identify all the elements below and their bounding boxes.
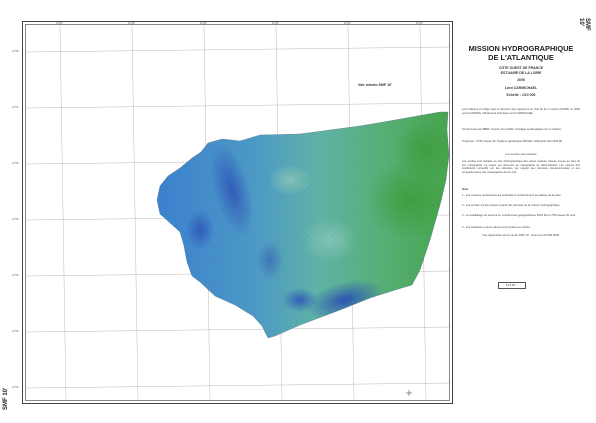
legend-notes-title: Nota	[462, 188, 468, 191]
latitude-label: 47°08'	[12, 50, 19, 53]
longitude-label: 01°42'	[344, 22, 351, 25]
latitude-label: 47°06'	[12, 162, 19, 165]
parallel-line	[25, 46, 452, 53]
corner-marks	[406, 390, 412, 396]
survey-year: 2006	[517, 78, 525, 82]
longitude-label: 01°40'	[416, 22, 423, 25]
survey-stamp: 12.5.06 ...	[498, 282, 526, 289]
legend-note-2: 2 - Les sondes ont été portées à partir …	[462, 204, 561, 207]
meridian-line	[59, 24, 67, 401]
legend-note-4: 4 - Les isobathes et leurs valeurs sont …	[462, 226, 531, 229]
meridian-line	[131, 24, 139, 401]
legend-note-3: 3 - Le quadrillage est exprimé en coordo…	[462, 214, 576, 217]
legend-note-1: 1 - Les couleurs représentent les profon…	[462, 194, 562, 197]
series-code-bottom-left: SMF 10'	[3, 387, 9, 410]
region-line-2: ESTUAIRE DE LA LOIRE	[500, 70, 542, 75]
longitude-label: 01°44'	[272, 22, 279, 25]
parallel-line	[25, 382, 452, 389]
legend-intro: Levé effectué et rédigé sous la directio…	[462, 108, 580, 115]
longitude-label: 01°46'	[200, 22, 207, 25]
latitude-label: 47°04'	[12, 274, 19, 277]
bathymetry-map	[25, 24, 452, 401]
title-atlantique: DE L'ATLANTIQUE	[488, 53, 554, 62]
legend-soundings-title: Les sondes sont réduites	[505, 152, 537, 156]
parallel-line	[25, 102, 452, 109]
latitude-label: 47°03'	[12, 330, 19, 333]
survey-coverage	[157, 112, 449, 338]
legend-soundings-body: Les sondes sont réduites au zéro hydrogr…	[462, 160, 580, 174]
longitude-label: 01°50'	[56, 22, 63, 25]
parallel-line	[25, 326, 452, 333]
series-code-top-right: SMF 10'	[578, 18, 590, 31]
chart-sheet: Voir minute SMF 10' SMF 10' SMF 10' MISS…	[0, 0, 596, 423]
legend-footer: Vue rapprochée de la minute SMF 10' ; le…	[482, 233, 560, 237]
survey-ship: Lord CARMICHAEL	[504, 86, 538, 90]
minute-reference-label: Voir minute SMF 10'	[358, 83, 392, 87]
latitude-label: 47°02'	[12, 386, 19, 389]
legend-projection: Projection : UTM, fuseau 30. Système géo…	[462, 140, 563, 143]
latitude-label: 47°05'	[12, 218, 19, 221]
longitude-label: 01°48'	[128, 22, 135, 25]
latitude-label: 47°07'	[12, 106, 19, 109]
scale-text: Echelle : 1/10 000	[506, 93, 536, 97]
legend-sounding-note: Sonde levée par MBES. Sonde non-vérifiée…	[462, 128, 562, 131]
